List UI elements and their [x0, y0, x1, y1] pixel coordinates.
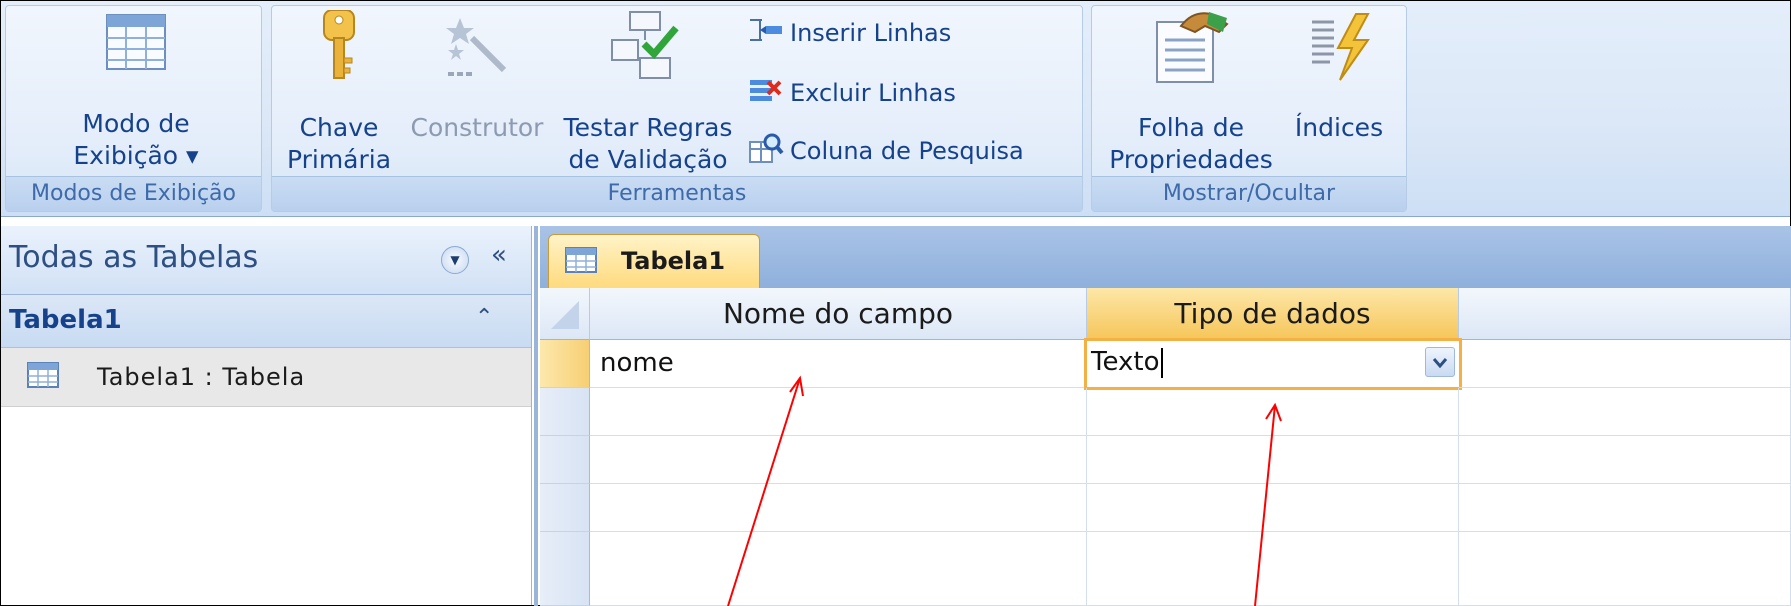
annotation-arrows — [727, 375, 1282, 606]
arrow-to-field-name — [727, 377, 801, 606]
arrow-to-data-type — [1254, 404, 1276, 606]
